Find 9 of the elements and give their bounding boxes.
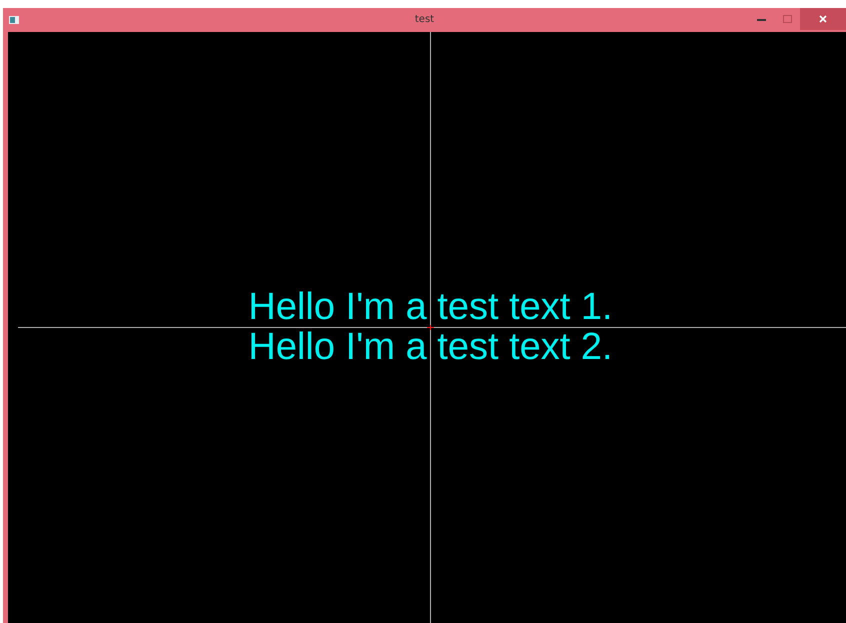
close-button[interactable] [800,8,846,30]
text-line: Hello I'm a test text 1. [248,290,613,324]
close-icon [819,15,827,23]
window-title: test [414,13,434,27]
app-icon [9,16,19,24]
crosshair-icon [427,325,434,330]
maximize-icon [782,15,792,23]
text-line: Hello I'm a test text 2. [248,330,613,364]
minimize-icon [756,18,766,20]
